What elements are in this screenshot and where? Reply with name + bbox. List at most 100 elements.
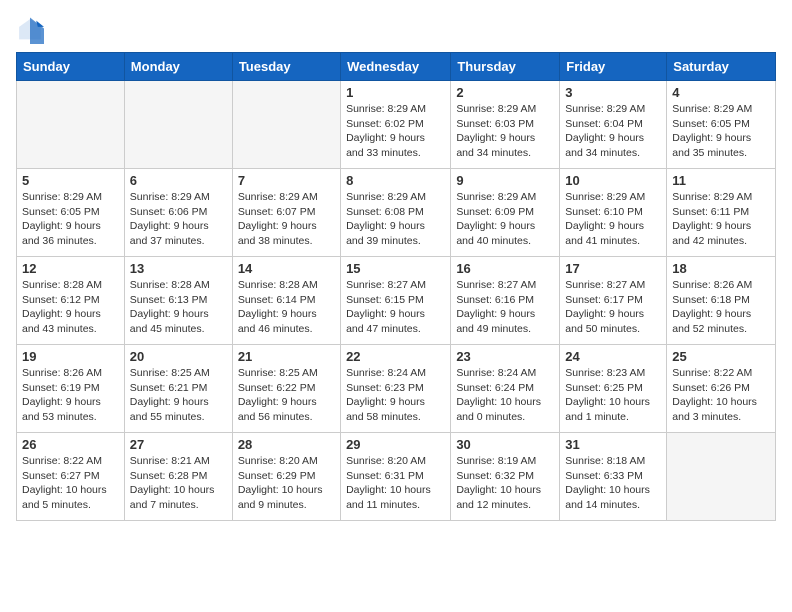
day-info: Sunrise: 8:18 AM Sunset: 6:33 PM Dayligh… [565,454,661,513]
day-info: Sunrise: 8:29 AM Sunset: 6:08 PM Dayligh… [346,190,445,249]
day-cell: 4 Sunrise: 8:29 AM Sunset: 6:05 PM Daylig… [667,81,776,169]
day-cell: 13 Sunrise: 8:28 AM Sunset: 6:13 PM Dayli… [124,257,232,345]
day-info: Sunrise: 8:21 AM Sunset: 6:28 PM Dayligh… [130,454,227,513]
day-cell: 10Sunrise: 8:29 AM Sunset: 6:10 PM Dayli… [560,169,667,257]
day-cell [17,81,125,169]
day-number: 16 [456,261,554,276]
day-cell [124,81,232,169]
day-number: 10 [565,173,661,188]
day-info: Sunrise: 8:28 AM Sunset: 6:14 PM Dayligh… [238,278,335,337]
day-number: 30 [456,437,554,452]
day-cell: 30 Sunrise: 8:19 AM Sunset: 6:32 PM Dayli… [451,433,560,521]
day-number: 15 [346,261,445,276]
weekday-header-sunday: Sunday [17,53,125,81]
day-number: 17 [565,261,661,276]
day-info: Sunrise: 8:25 AM Sunset: 6:22 PM Dayligh… [238,366,335,425]
day-info: Sunrise: 8:26 AM Sunset: 6:19 PM Dayligh… [22,366,119,425]
day-cell: 16 Sunrise: 8:27 AM Sunset: 6:16 PM Dayli… [451,257,560,345]
day-info: Sunrise: 8:20 AM Sunset: 6:31 PM Dayligh… [346,454,445,513]
day-number: 13 [130,261,227,276]
day-info: Sunrise: 8:27 AM Sunset: 6:16 PM Dayligh… [456,278,554,337]
day-cell: 7 Sunrise: 8:29 AM Sunset: 6:07 PM Daylig… [232,169,340,257]
day-info: Sunrise: 8:19 AM Sunset: 6:32 PM Dayligh… [456,454,554,513]
day-info: Sunrise: 8:29 AM Sunset: 6:05 PM Dayligh… [22,190,119,249]
day-number: 7 [238,173,335,188]
day-number: 24 [565,349,661,364]
day-number: 23 [456,349,554,364]
day-info: Sunrise: 8:26 AM Sunset: 6:18 PM Dayligh… [672,278,770,337]
day-number: 18 [672,261,770,276]
weekday-header-monday: Monday [124,53,232,81]
day-info: Sunrise: 8:29 AM Sunset: 6:05 PM Dayligh… [672,102,770,161]
day-number: 11 [672,173,770,188]
day-info: Sunrise: 8:29 AM Sunset: 6:11 PM Dayligh… [672,190,770,249]
day-info: Sunrise: 8:28 AM Sunset: 6:13 PM Dayligh… [130,278,227,337]
day-number: 20 [130,349,227,364]
week-row-2: 5 Sunrise: 8:29 AM Sunset: 6:05 PM Daylig… [17,169,776,257]
day-info: Sunrise: 8:23 AM Sunset: 6:25 PM Dayligh… [565,366,661,425]
day-info: Sunrise: 8:29 AM Sunset: 6:07 PM Dayligh… [238,190,335,249]
page-header [16,16,776,44]
day-cell: 12Sunrise: 8:28 AM Sunset: 6:12 PM Dayli… [17,257,125,345]
day-number: 14 [238,261,335,276]
weekday-header-saturday: Saturday [667,53,776,81]
day-number: 22 [346,349,445,364]
day-number: 31 [565,437,661,452]
weekday-header-tuesday: Tuesday [232,53,340,81]
weekday-header-wednesday: Wednesday [341,53,451,81]
day-info: Sunrise: 8:24 AM Sunset: 6:24 PM Dayligh… [456,366,554,425]
day-cell: 11 Sunrise: 8:29 AM Sunset: 6:11 PM Dayli… [667,169,776,257]
day-cell: 18 Sunrise: 8:26 AM Sunset: 6:18 PM Dayli… [667,257,776,345]
day-cell: 26 Sunrise: 8:22 AM Sunset: 6:27 PM Dayli… [17,433,125,521]
day-cell: 6 Sunrise: 8:29 AM Sunset: 6:06 PM Daylig… [124,169,232,257]
day-cell: 9Sunrise: 8:29 AM Sunset: 6:09 PM Daylig… [451,169,560,257]
day-cell: 25 Sunrise: 8:22 AM Sunset: 6:26 PM Dayli… [667,345,776,433]
day-cell: 17 Sunrise: 8:27 AM Sunset: 6:17 PM Dayli… [560,257,667,345]
day-info: Sunrise: 8:29 AM Sunset: 6:06 PM Dayligh… [130,190,227,249]
day-cell: 27Sunrise: 8:21 AM Sunset: 6:28 PM Dayli… [124,433,232,521]
day-number: 28 [238,437,335,452]
day-cell: 23 Sunrise: 8:24 AM Sunset: 6:24 PM Dayli… [451,345,560,433]
calendar-table: SundayMondayTuesdayWednesdayThursdayFrid… [16,52,776,521]
day-number: 25 [672,349,770,364]
day-number: 5 [22,173,119,188]
week-row-4: 19 Sunrise: 8:26 AM Sunset: 6:19 PM Dayli… [17,345,776,433]
week-row-1: 1Sunrise: 8:29 AM Sunset: 6:02 PM Daylig… [17,81,776,169]
day-cell: 28Sunrise: 8:20 AM Sunset: 6:29 PM Dayli… [232,433,340,521]
day-cell: 20Sunrise: 8:25 AM Sunset: 6:21 PM Dayli… [124,345,232,433]
day-cell: 3 Sunrise: 8:29 AM Sunset: 6:04 PM Daylig… [560,81,667,169]
day-cell: 2Sunrise: 8:29 AM Sunset: 6:03 PM Daylig… [451,81,560,169]
logo [16,16,48,44]
day-number: 12 [22,261,119,276]
day-number: 8 [346,173,445,188]
day-cell: 15Sunrise: 8:27 AM Sunset: 6:15 PM Dayli… [341,257,451,345]
logo-icon [16,16,44,44]
day-number: 4 [672,85,770,100]
day-number: 29 [346,437,445,452]
day-number: 3 [565,85,661,100]
day-info: Sunrise: 8:22 AM Sunset: 6:27 PM Dayligh… [22,454,119,513]
day-cell: 1Sunrise: 8:29 AM Sunset: 6:02 PM Daylig… [341,81,451,169]
day-number: 1 [346,85,445,100]
weekday-header-thursday: Thursday [451,53,560,81]
day-number: 6 [130,173,227,188]
day-number: 21 [238,349,335,364]
day-number: 9 [456,173,554,188]
day-number: 19 [22,349,119,364]
day-cell: 22Sunrise: 8:24 AM Sunset: 6:23 PM Dayli… [341,345,451,433]
day-info: Sunrise: 8:29 AM Sunset: 6:04 PM Dayligh… [565,102,661,161]
day-cell: 31 Sunrise: 8:18 AM Sunset: 6:33 PM Dayli… [560,433,667,521]
day-number: 2 [456,85,554,100]
day-info: Sunrise: 8:22 AM Sunset: 6:26 PM Dayligh… [672,366,770,425]
day-info: Sunrise: 8:27 AM Sunset: 6:17 PM Dayligh… [565,278,661,337]
day-cell: 24 Sunrise: 8:23 AM Sunset: 6:25 PM Dayli… [560,345,667,433]
day-cell: 21 Sunrise: 8:25 AM Sunset: 6:22 PM Dayli… [232,345,340,433]
day-cell: 5 Sunrise: 8:29 AM Sunset: 6:05 PM Daylig… [17,169,125,257]
day-number: 26 [22,437,119,452]
day-cell: 14 Sunrise: 8:28 AM Sunset: 6:14 PM Dayli… [232,257,340,345]
day-cell: 29 Sunrise: 8:20 AM Sunset: 6:31 PM Dayli… [341,433,451,521]
weekday-header-row: SundayMondayTuesdayWednesdayThursdayFrid… [17,53,776,81]
week-row-3: 12Sunrise: 8:28 AM Sunset: 6:12 PM Dayli… [17,257,776,345]
day-cell: 8 Sunrise: 8:29 AM Sunset: 6:08 PM Daylig… [341,169,451,257]
day-cell: 19 Sunrise: 8:26 AM Sunset: 6:19 PM Dayli… [17,345,125,433]
